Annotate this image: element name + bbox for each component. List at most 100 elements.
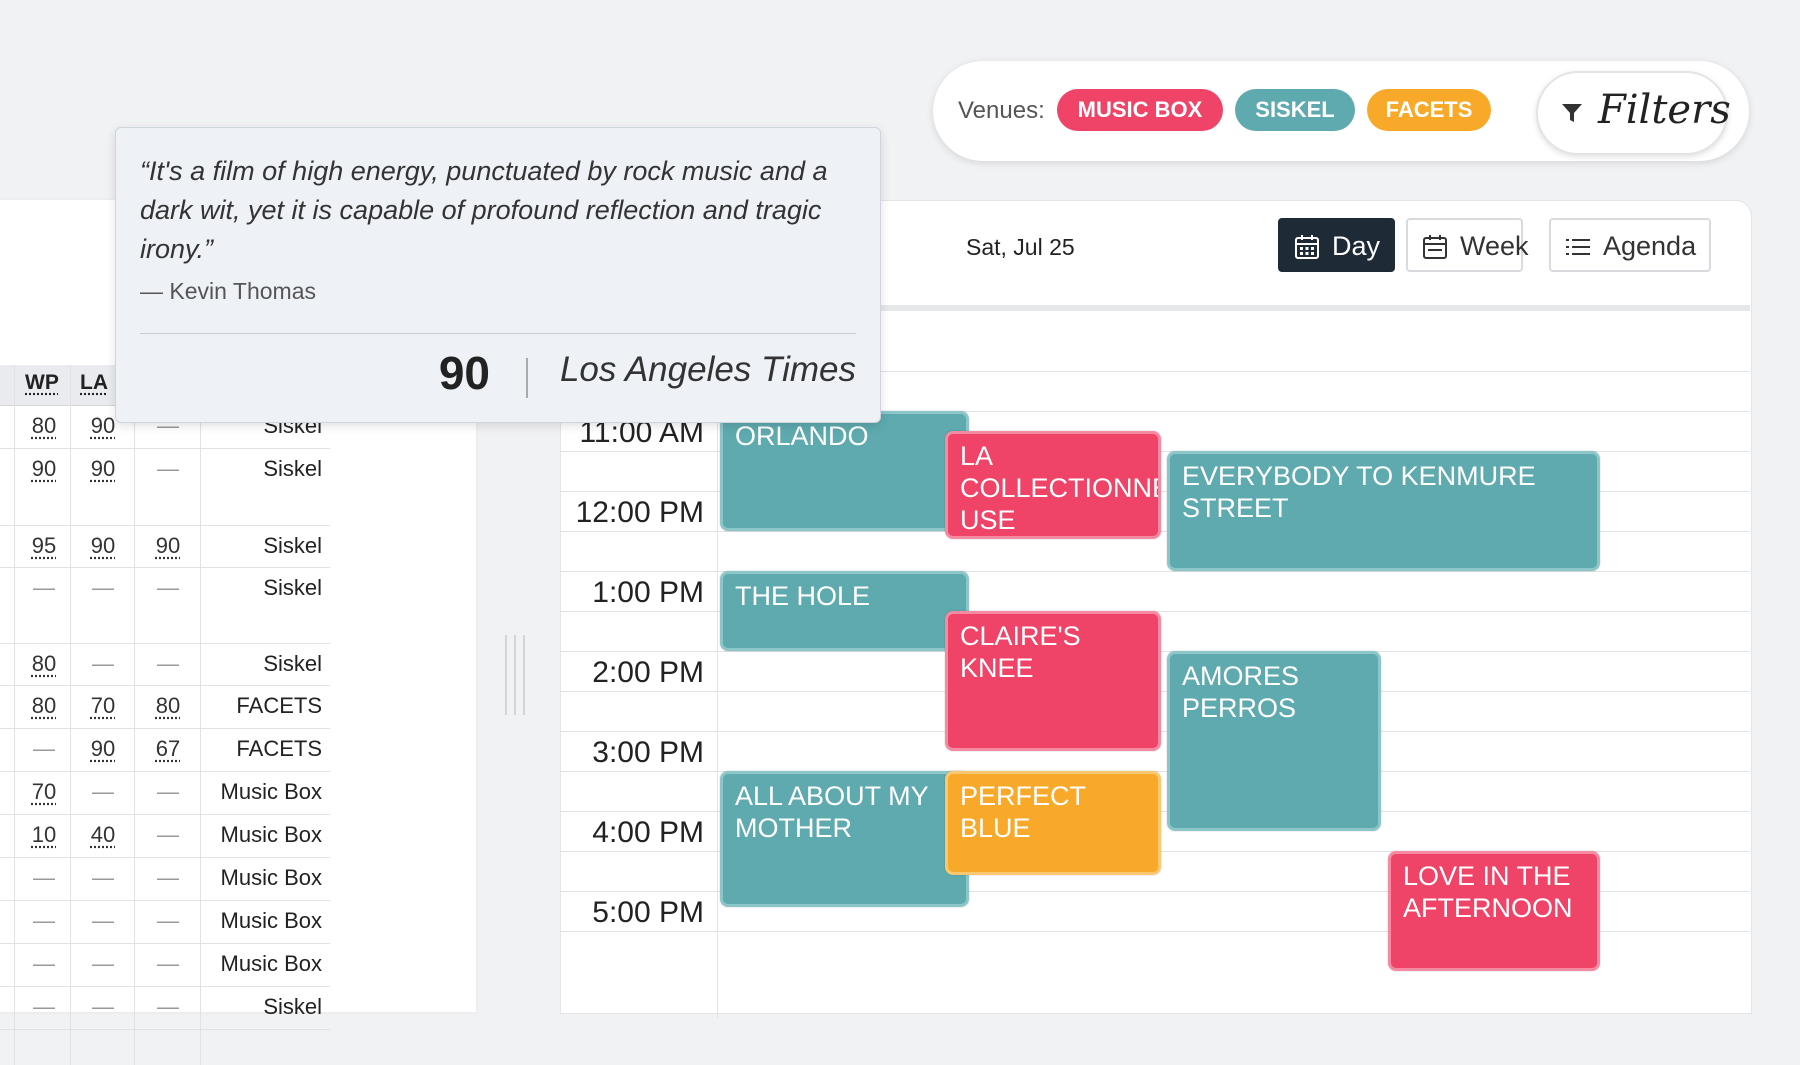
table-row[interactable]: 80 70 80 FACETS bbox=[0, 685, 330, 729]
table-row[interactable]: — — — Music Box bbox=[0, 943, 330, 987]
review-tooltip: “It's a film of high energy, punctuated … bbox=[115, 127, 881, 423]
score-cell: — bbox=[157, 651, 179, 676]
table-row[interactable]: 95 90 90 Siskel bbox=[0, 525, 330, 568]
column-divider bbox=[200, 365, 201, 1065]
event-title: AMORES PERROS bbox=[1182, 661, 1300, 723]
calendar-event[interactable]: LOVE IN THE AFTERNOON bbox=[1388, 851, 1600, 971]
calendar-event[interactable]: THE HOLE bbox=[720, 571, 969, 651]
score-separator bbox=[526, 358, 528, 398]
event-title: CLAIRE'S KNEE bbox=[960, 621, 1081, 683]
table-row[interactable]: 90 90 — Siskel bbox=[0, 448, 330, 526]
score-cell[interactable]: 10 bbox=[24, 822, 64, 848]
calendar-event[interactable]: AMORES PERROS bbox=[1167, 651, 1381, 831]
score-cell: — bbox=[33, 908, 55, 933]
table-row[interactable]: — — — Siskel bbox=[0, 567, 330, 644]
score-cell[interactable]: 80 bbox=[148, 693, 188, 719]
score-cell: — bbox=[92, 779, 114, 804]
score-cell[interactable]: 90 bbox=[83, 533, 123, 559]
score-cell[interactable]: 95 bbox=[24, 533, 64, 559]
event-title: THE HOLE bbox=[735, 581, 871, 611]
table-row[interactable]: 70 — — Music Box bbox=[0, 771, 330, 815]
score-cell: — bbox=[157, 994, 179, 1019]
table-row[interactable]: — 90 67 FACETS bbox=[0, 728, 330, 772]
time-label: 4:00 PM bbox=[592, 816, 704, 849]
event-title: EVERYBODY TO KENMURE STREET bbox=[1182, 461, 1536, 523]
time-label: 2:00 PM bbox=[592, 656, 704, 689]
score-cell: — bbox=[157, 575, 179, 600]
venue-cell: Siskel bbox=[263, 651, 322, 676]
score-cell: — bbox=[33, 865, 55, 890]
score-cell: — bbox=[33, 575, 55, 600]
review-author: — Kevin Thomas bbox=[140, 278, 316, 304]
column-header-wp[interactable]: WP bbox=[25, 371, 59, 395]
score-cell[interactable]: 67 bbox=[148, 736, 188, 762]
filters-button[interactable]: Filters bbox=[1536, 71, 1731, 155]
column-divider bbox=[134, 365, 135, 1065]
score-cell: — bbox=[157, 456, 179, 481]
calendar-event[interactable]: PERFECT BLUE bbox=[945, 771, 1161, 875]
score-cell[interactable]: 90 bbox=[148, 533, 188, 559]
score-cell: — bbox=[92, 865, 114, 890]
score-cell: — bbox=[33, 994, 55, 1019]
calendar-event[interactable]: LA COLLECTIONNE USE bbox=[945, 431, 1161, 539]
table-row[interactable]: — — — Music Box bbox=[0, 900, 330, 944]
score-cell[interactable]: 80 bbox=[24, 693, 64, 719]
view-week-button[interactable]: Week bbox=[1406, 218, 1529, 272]
venue-chip-facets[interactable]: FACETS bbox=[1367, 89, 1491, 131]
filter-icon bbox=[1562, 104, 1582, 122]
calendar-icon bbox=[1295, 235, 1319, 259]
score-cell[interactable]: 40 bbox=[83, 822, 123, 848]
calendar-event[interactable]: ORLANDO bbox=[720, 411, 969, 531]
score-cell[interactable]: 70 bbox=[83, 693, 123, 719]
table-row[interactable]: — — — Siskel bbox=[0, 986, 330, 1030]
score-cell: — bbox=[92, 994, 114, 1019]
venue-cell: FACETS bbox=[236, 736, 322, 761]
time-label: 5:00 PM bbox=[592, 896, 704, 929]
score-cell[interactable]: 80 bbox=[24, 413, 64, 439]
table-row[interactable]: — — — Music Box bbox=[0, 857, 330, 901]
score-cell[interactable]: 70 bbox=[24, 779, 64, 805]
score-cell[interactable]: 90 bbox=[83, 456, 123, 482]
calendar-event[interactable]: EVERYBODY TO KENMURE STREET bbox=[1167, 451, 1600, 571]
calendar-event[interactable]: ALL ABOUT MY MOTHER bbox=[720, 771, 969, 907]
column-header-la[interactable]: LA bbox=[80, 371, 108, 395]
score-cell[interactable]: 90 bbox=[83, 736, 123, 762]
venues-label: Venues: bbox=[958, 97, 1045, 124]
view-agenda-label: Agenda bbox=[1603, 231, 1697, 261]
time-label: 3:00 PM bbox=[592, 736, 704, 769]
table-row[interactable]: 10 40 — Music Box bbox=[0, 814, 330, 858]
review-quote: “It's a film of high energy, punctuated … bbox=[140, 156, 828, 264]
time-label: 12:00 PM bbox=[575, 496, 704, 529]
view-agenda-button[interactable]: Agenda bbox=[1549, 218, 1711, 272]
table-row[interactable]: 80 — — Siskel bbox=[0, 643, 330, 686]
venue-cell: Music Box bbox=[220, 865, 322, 890]
venue-cell: Music Box bbox=[220, 822, 322, 847]
time-label: 1:00 PM bbox=[592, 576, 704, 609]
view-day-button[interactable]: Day bbox=[1278, 218, 1395, 272]
venue-cell: Siskel bbox=[263, 456, 322, 481]
venue-chip-siskel[interactable]: SISKEL bbox=[1235, 89, 1355, 131]
review-score: 90 bbox=[438, 347, 490, 399]
filters-label: Filters bbox=[1598, 87, 1731, 133]
calendar-date: Sat, Jul 25 bbox=[966, 234, 1075, 260]
score-cell: — bbox=[157, 865, 179, 890]
score-cell: — bbox=[92, 951, 114, 976]
view-day-label: Day bbox=[1332, 231, 1381, 261]
score-cell: — bbox=[157, 951, 179, 976]
venue-cell: Siskel bbox=[263, 575, 322, 600]
panel-resize-handle[interactable] bbox=[505, 635, 527, 715]
venue-chip-music-box[interactable]: MUSIC BOX bbox=[1057, 89, 1223, 131]
score-cell: — bbox=[92, 575, 114, 600]
score-cell[interactable]: 90 bbox=[24, 456, 64, 482]
event-title: PERFECT BLUE bbox=[960, 781, 1086, 843]
calendar-event[interactable]: CLAIRE'S KNEE bbox=[945, 611, 1161, 751]
event-title: ALL ABOUT MY MOTHER bbox=[735, 781, 929, 843]
score-cell: — bbox=[92, 651, 114, 676]
score-cell[interactable]: 80 bbox=[24, 651, 64, 677]
venue-cell: Music Box bbox=[220, 779, 322, 804]
score-cell: — bbox=[33, 951, 55, 976]
venue-cell: Siskel bbox=[263, 533, 322, 558]
score-cell: — bbox=[92, 908, 114, 933]
event-title: LA COLLECTIONNE USE bbox=[960, 441, 1161, 535]
score-cell: — bbox=[157, 908, 179, 933]
